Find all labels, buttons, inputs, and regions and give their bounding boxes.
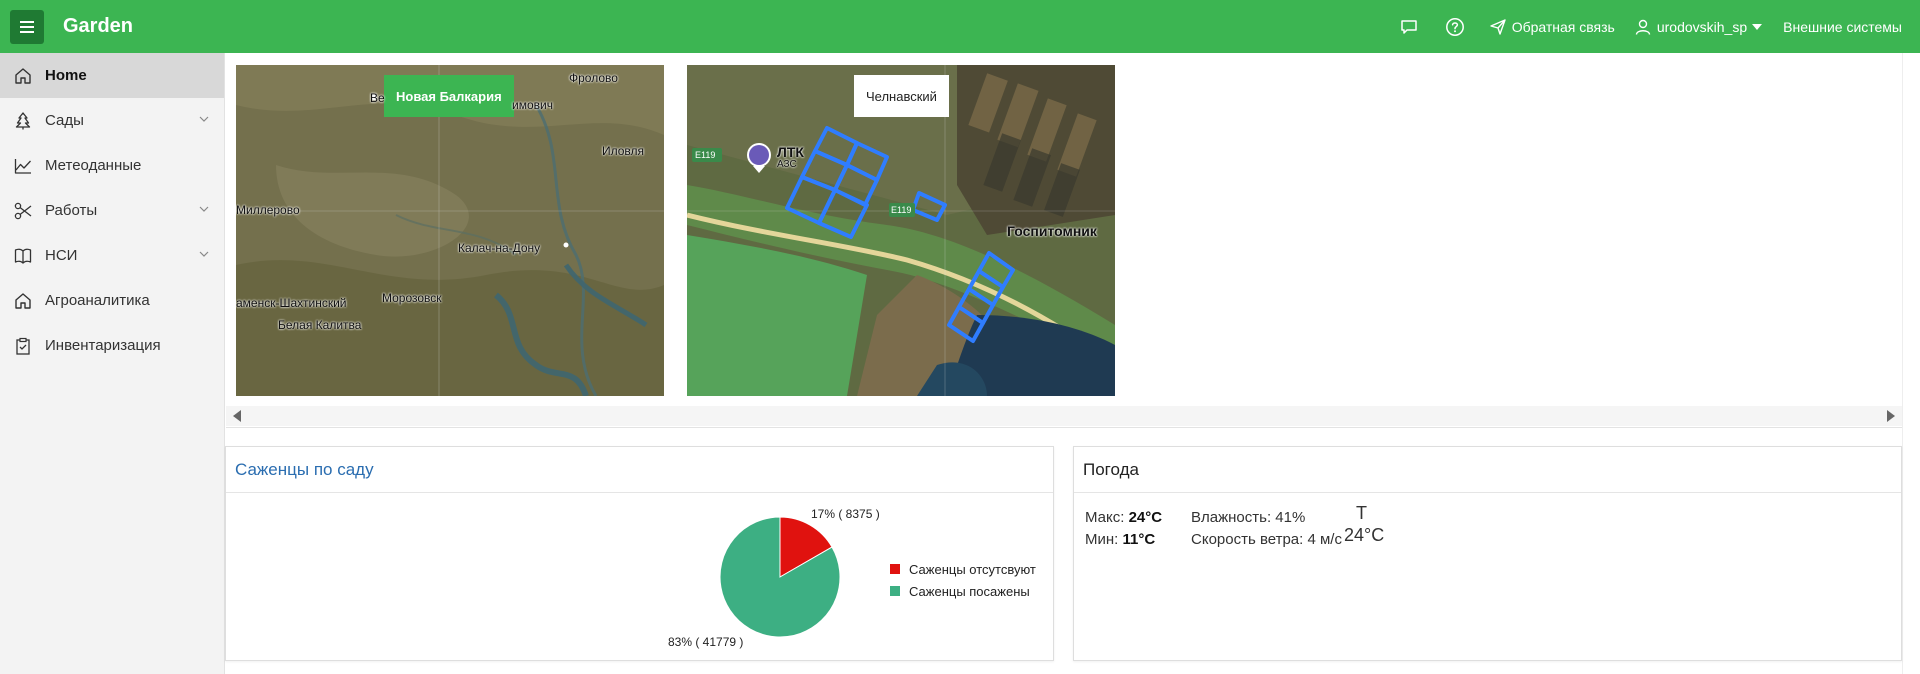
garden-maps-strip: Новая Балкария Фролово имович Иловля Ве … [226,53,1902,428]
sidebar-item-label: Сады [45,112,84,129]
hamburger-icon [20,20,34,33]
legend-swatch [890,564,900,574]
user-menu[interactable]: urodovskih_sp [1635,19,1763,35]
weather-t-label: T [1356,503,1367,523]
weather-min-value: 11°C [1122,531,1156,548]
user-name: urodovskih_sp [1656,18,1748,35]
chevron-down-icon [199,206,209,212]
legend-label: Саженцы посажены [909,583,1030,599]
weather-card-title: Погода [1074,447,1901,493]
map-label: имович [512,98,553,112]
weather-max: Макс: 24°C [1085,509,1162,526]
scroll-right-arrow-icon[interactable] [1887,410,1895,422]
help-icon [1445,17,1464,36]
scissors-icon [14,202,32,220]
feedback-link[interactable]: Обратная связь [1489,18,1615,35]
weather-humidity: Влажность: 41% [1191,509,1306,526]
map-label: ЛТК [777,144,804,160]
map-label: АЗС [777,159,797,170]
sidebar-item-label: Метеоданные [45,157,142,174]
map-label: Миллерово [236,203,300,217]
sidebar-item-works[interactable]: Работы [0,188,224,233]
seedlings-card: Саженцы по саду 17% ( 8375 ) 83% ( 41779… [225,446,1054,661]
map-label: Госпитомник [1007,223,1097,239]
app-title[interactable]: Garden [63,15,133,38]
top-bar: Garden Обратная связь urodovskih_sp Внеш… [0,0,1920,53]
sidebar-item-meteodata[interactable]: Метеоданные [0,143,224,188]
book-icon [14,247,32,265]
legend-swatch [890,586,900,596]
map-label: Белая Калитва [278,318,362,332]
map-label: Морозовск [382,291,442,305]
feedback-label: Обратная связь [1511,18,1615,35]
map-tile-chelnavsky[interactable]: Челнавский ЛТК АЗС E119 E119 Госпитомник [687,65,1115,396]
tree-icon [14,111,32,130]
weather-body: Макс: 24°C Мин: 11°C Влажность: 41% Скор… [1074,493,1901,661]
clipboard-icon [14,337,32,355]
external-systems-link[interactable]: Внешние системы [1783,19,1902,35]
home-icon [14,67,32,85]
chat-button[interactable] [1398,16,1420,38]
weather-max-value: 24°C [1128,509,1163,526]
map-label: Иловля [602,144,645,158]
user-icon [1635,19,1651,35]
sidebar-item-agroanalytics[interactable]: Агроаналитика [0,278,224,323]
weather-wind: Скорость ветра: 4 м/с [1191,531,1342,548]
scroll-left-arrow-icon[interactable] [233,410,241,422]
sidebar-item-gardens[interactable]: Сады [0,98,224,143]
weather-max-label: Макс: [1085,509,1125,526]
chevron-down-icon [199,116,209,122]
top-right-actions: Обратная связь urodovskih_sp Внешние сис… [1398,0,1920,53]
vertical-scrollbar[interactable] [1902,53,1920,674]
map-label: E119 [891,205,912,215]
sidebar-item-label: Работы [45,202,98,219]
pie-slice-label: 83% ( 41779 ) [668,635,743,649]
pie-slice-label: 17% ( 8375 ) [811,507,880,521]
legend-item[interactable]: Саженцы посажены [890,580,1036,602]
hamburger-menu-button[interactable] [10,9,44,44]
weather-min-label: Мин: [1085,531,1119,548]
map-label: Калач-на-Дону [458,241,541,255]
caret-down-icon [1752,23,1763,30]
sidebar: Home Сады Метеоданные Работы НСИ Агроана… [0,53,225,674]
pie-legend: Саженцы отсутсвуют Саженцы посажены [890,558,1036,602]
external-systems-label: Внешние системы [1783,18,1902,35]
map-label: аменск-Шахтинский [236,296,347,310]
sidebar-item-label: Инвентаризация [45,337,161,354]
chart-line-icon [14,157,32,175]
weather-min: Мин: 11°C [1085,531,1155,548]
help-button[interactable] [1444,16,1466,38]
sidebar-item-inventory[interactable]: Инвентаризация [0,323,224,368]
garden-badge[interactable]: Челнавский [854,75,949,117]
home-icon [14,292,32,310]
weather-t-value: 24°C [1344,525,1385,545]
map-tile-novaya-balkaria[interactable]: Новая Балкария Фролово имович Иловля Ве … [236,65,664,396]
legend-label: Саженцы отсутсвуют [909,561,1036,577]
weather-card: Погода Макс: 24°C Мин: 11°C Влажность: 4… [1073,446,1902,661]
sidebar-item-label: НСИ [45,247,78,264]
sidebar-item-label: Агроаналитика [45,292,150,309]
sidebar-item-nsi[interactable]: НСИ [0,233,224,278]
seedlings-card-title: Саженцы по саду [226,447,1053,493]
horizontal-scrollbar[interactable] [226,406,1902,426]
send-icon [1489,18,1506,35]
garden-badge[interactable]: Новая Балкария [384,75,514,117]
map-label: Фролово [569,71,618,85]
map-label: Ве [370,91,385,105]
chat-icon [1400,19,1417,34]
chevron-down-icon [199,251,209,257]
legend-item[interactable]: Саженцы отсутсвуют [890,558,1036,580]
map-label: E119 [695,150,716,160]
sidebar-item-home[interactable]: Home [0,53,224,98]
sidebar-item-label: Home [45,67,87,84]
